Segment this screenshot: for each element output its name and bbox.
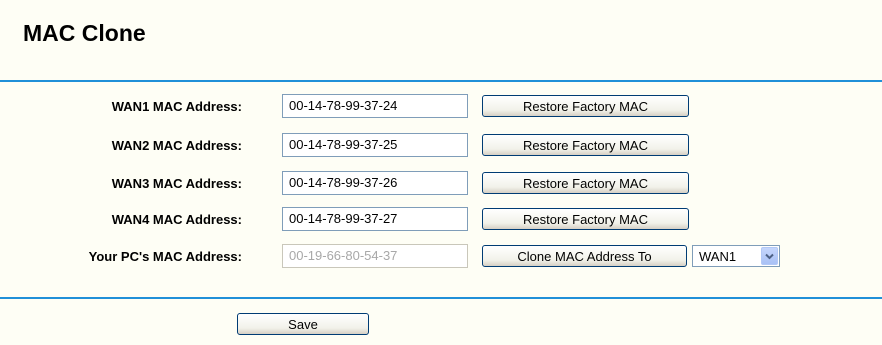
pc-mac-input: 00-19-66-80-54-37 [282,244,468,268]
top-divider [0,80,882,82]
clone-mac-address-button[interactable]: Clone MAC Address To [482,245,687,267]
wan3-mac-label: WAN3 MAC Address: [111,176,242,191]
wan4-mac-label: WAN4 MAC Address: [111,212,242,227]
wan-select-value: WAN1 [699,249,737,264]
wan4-mac-input[interactable]: 00-14-78-99-37-27 [282,207,468,231]
chevron-down-icon[interactable] [761,247,778,265]
bottom-divider [0,297,882,299]
wan1-mac-input[interactable]: 00-14-78-99-37-24 [282,94,468,118]
wan4-row: WAN4 MAC Address: 00-14-78-99-37-27 Rest… [0,207,882,233]
wan3-restore-factory-mac-button[interactable]: Restore Factory MAC [482,172,689,194]
wan2-row: WAN2 MAC Address: 00-14-78-99-37-25 Rest… [0,133,882,159]
wan1-restore-factory-mac-button[interactable]: Restore Factory MAC [482,95,689,117]
wan3-row: WAN3 MAC Address: 00-14-78-99-37-26 Rest… [0,171,882,197]
wan1-mac-label: WAN1 MAC Address: [111,99,242,114]
wan2-restore-factory-mac-button[interactable]: Restore Factory MAC [482,134,689,156]
wan1-row: WAN1 MAC Address: 00-14-78-99-37-24 Rest… [0,94,882,120]
pc-mac-label: Your PC's MAC Address: [88,249,242,264]
wan2-mac-label: WAN2 MAC Address: [111,138,242,153]
wan3-mac-input[interactable]: 00-14-78-99-37-26 [282,171,468,195]
save-button[interactable]: Save [237,313,369,335]
wan-select[interactable]: WAN1 [692,245,780,267]
pc-mac-row: Your PC's MAC Address: 00-19-66-80-54-37… [0,244,882,270]
page-title: MAC Clone [23,20,146,46]
wan2-mac-input[interactable]: 00-14-78-99-37-25 [282,133,468,157]
wan4-restore-factory-mac-button[interactable]: Restore Factory MAC [482,208,689,230]
